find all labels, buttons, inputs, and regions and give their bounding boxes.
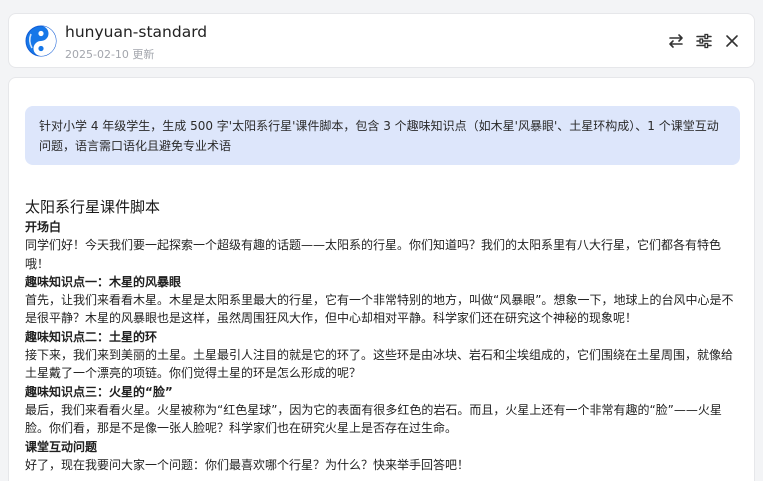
settings-sliders-icon[interactable] [695,32,713,50]
hunyuan-logo-icon [25,25,57,57]
chat-panel: 针对小学 4 年级学生，生成 500 字'太阳系行星'课件脚本，包含 3 个趣味… [8,77,755,481]
answer-title: 太阳系行星课件脚本 [25,198,161,216]
model-answer: 太阳系行星课件脚本 开场白 同学们好！今天我们要一起探索一个超级有趣的话题——太… [25,196,743,474]
fact2-heading: 趣味知识点二：土星的环 [25,329,158,344]
fact1-text: 首先，让我们来看看木星。木星是太阳系里最大的行星，它有一个非常特别的地方，叫做“… [25,293,734,326]
model-name: hunyuan-standard [65,23,208,41]
interaction-heading: 课堂互动问题 [25,439,98,454]
opening-text: 同学们好！今天我们要一起探索一个超级有趣的话题——太阳系的行星。你们知道吗？我们… [25,238,722,271]
fact2-text: 接下来，我们来到美丽的土星。土星最引人注目的就是它的环了。这些环是由冰块、岩石和… [25,348,734,381]
model-header: hunyuan-standard 2025-02-10 更新 [8,13,755,68]
interaction-text: 好了，现在我要问大家一个问题：你们最喜欢哪个行星？为什么？快来举手回答吧！ [25,457,470,472]
fact3-heading: 趣味知识点三：火星的“脸” [25,384,173,399]
fact3-text: 最后，我们来看看火星。火星被称为“红色星球”，因为它的表面有很多红色的岩石。而且… [25,402,722,436]
fact1-heading: 趣味知识点一：木星的风暴眼 [25,274,182,289]
updated-date: 2025-02-10 更新 [65,48,155,61]
close-icon[interactable] [723,32,741,50]
user-prompt: 针对小学 4 年级学生，生成 500 字'太阳系行星'课件脚本，包含 3 个趣味… [25,106,740,165]
swap-icon[interactable] [667,32,685,50]
opening-heading: 开场白 [25,220,62,234]
